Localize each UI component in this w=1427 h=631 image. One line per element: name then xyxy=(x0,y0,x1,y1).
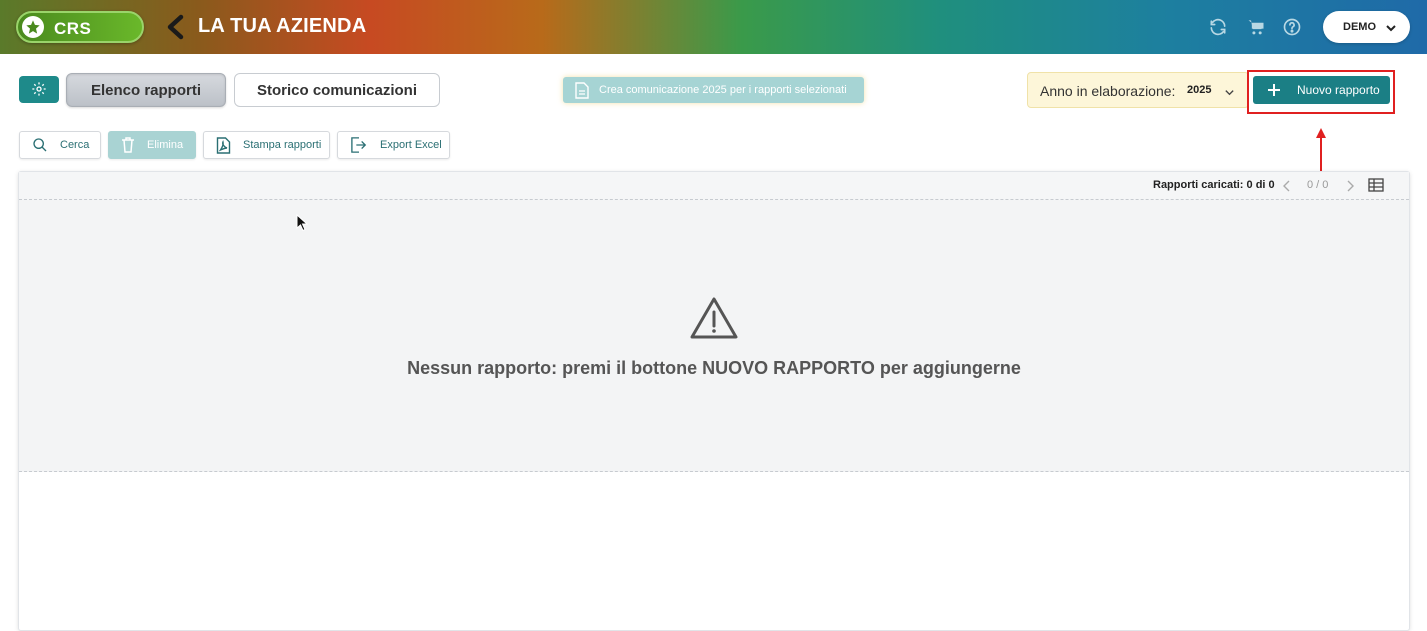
logo-text: CRS xyxy=(54,19,92,38)
anno-elaborazione[interactable]: Anno in elaborazione: 2025 xyxy=(1027,72,1249,108)
stampa-rapporti-button[interactable]: Stampa rapporti xyxy=(203,131,330,159)
export-icon xyxy=(351,137,367,153)
back-arrow-icon[interactable] xyxy=(163,14,189,40)
pdf-icon xyxy=(216,136,231,154)
refresh-icon[interactable] xyxy=(1208,17,1228,37)
user-menu-button[interactable]: DEMO xyxy=(1323,11,1410,43)
chevron-down-icon xyxy=(1385,21,1397,39)
page-count: 0 / 0 xyxy=(1307,179,1329,191)
help-icon[interactable] xyxy=(1282,17,1302,37)
rapporti-caricati: Rapporti caricati: 0 di 0 xyxy=(1153,179,1275,191)
star-icon xyxy=(22,16,44,38)
nuovo-rapporto-label: Nuovo rapporto xyxy=(1297,83,1380,97)
cart-icon[interactable] xyxy=(1246,17,1266,37)
stampa-rapporti-label: Stampa rapporti xyxy=(243,139,322,151)
app-header: CRS LA TUA AZIENDA DEMO xyxy=(0,0,1427,54)
crea-comunicazione-button: Crea comunicazione 2025 per i rapporti s… xyxy=(563,77,864,103)
empty-state: Nessun rapporto: premi il bottone NUOVO … xyxy=(19,200,1409,472)
user-menu-label: DEMO xyxy=(1343,21,1376,33)
elimina-label: Elimina xyxy=(147,139,184,151)
tab-storico-comunicazioni[interactable]: Storico comunicazioni xyxy=(234,73,440,107)
chevron-right-icon[interactable] xyxy=(1345,179,1355,197)
cerca-button[interactable]: Cerca xyxy=(19,131,101,159)
document-icon xyxy=(575,81,589,99)
nuovo-rapporto-button[interactable]: Nuovo rapporto xyxy=(1253,76,1390,104)
plus-icon xyxy=(1268,84,1280,96)
export-excel-label: Export Excel xyxy=(380,139,442,151)
trash-icon xyxy=(122,137,134,153)
rapporti-panel: Rapporti caricati: 0 di 0 0 / 0 Nessun r… xyxy=(18,171,1410,631)
anno-label: Anno in elaborazione: xyxy=(1040,83,1176,99)
panel-toolbar: Rapporti caricati: 0 di 0 0 / 0 xyxy=(19,172,1409,200)
tab-elenco-rapporti[interactable]: Elenco rapporti xyxy=(66,73,226,107)
anno-value[interactable]: 2025 xyxy=(1187,84,1211,96)
company-title: LA TUA AZIENDA xyxy=(198,15,367,37)
elimina-button: Elimina xyxy=(108,131,196,159)
empty-message: Nessun rapporto: premi il bottone NUOVO … xyxy=(407,358,1021,378)
crs-logo[interactable]: CRS xyxy=(16,11,144,43)
search-icon xyxy=(33,138,47,152)
crea-comunicazione-label: Crea comunicazione 2025 per i rapporti s… xyxy=(599,84,847,96)
table-view-icon[interactable] xyxy=(1368,177,1384,198)
chevron-left-icon[interactable] xyxy=(1282,179,1292,197)
cerca-label: Cerca xyxy=(60,139,90,151)
mouse-cursor-icon xyxy=(296,214,308,232)
warning-icon xyxy=(690,297,738,339)
chevron-down-icon[interactable] xyxy=(1224,85,1235,103)
export-excel-button[interactable]: Export Excel xyxy=(337,131,450,159)
settings-button[interactable] xyxy=(19,76,59,103)
